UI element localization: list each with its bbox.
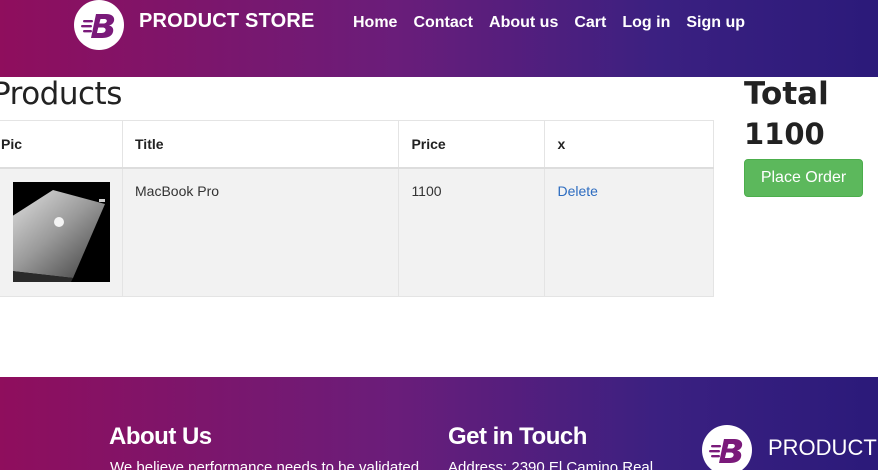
navbar: PRODUCT STORE Home Contact About us Cart… [0, 0, 878, 77]
column-header-title: Title [121, 120, 400, 169]
total-value: 1100 [744, 117, 825, 151]
table-row: MacBook Pro 1100 Delete [0, 167, 714, 297]
nav-link-about-us[interactable]: About us [489, 14, 558, 32]
place-order-button[interactable]: Place Order [744, 159, 863, 197]
total-label: Total [744, 76, 829, 112]
footer-brand-name: PRODUCT STORE [768, 435, 878, 460]
footer-about-heading: About Us [109, 423, 212, 450]
table-header-row: Pic Title Price x [0, 120, 714, 169]
nav-link-home[interactable]: Home [353, 14, 397, 32]
delete-link[interactable]: Delete [557, 183, 597, 199]
footer-contact-text: Address: 2390 El Camino Real [448, 459, 654, 470]
macbook-image [13, 181, 110, 282]
column-header-pic: Pic [0, 120, 123, 169]
nav-link-contact[interactable]: Contact [413, 14, 473, 32]
product-price-cell: 1100 [398, 167, 546, 297]
footer-contact-heading: Get in Touch [448, 423, 587, 450]
products-heading: Products [0, 76, 122, 112]
footer-about-text: We believe performance needs to be valid… [110, 459, 420, 470]
product-action-cell: Delete [544, 167, 714, 297]
column-header-price: Price [398, 120, 546, 169]
footer: About Us We believe performance needs to… [0, 377, 878, 470]
nav-link-cart[interactable]: Cart [574, 14, 606, 32]
brand-logo-icon[interactable] [74, 0, 124, 50]
brand-name[interactable]: PRODUCT STORE [139, 10, 315, 33]
footer-logo-icon [702, 425, 752, 470]
product-pic-cell [0, 167, 123, 297]
cart-table: Pic Title Price x MacBook Pro 1100 Delet… [0, 120, 714, 297]
column-header-x: x [544, 120, 714, 169]
nav-links: Home Contact About us Cart Log in Sign u… [353, 14, 761, 32]
product-title-cell: MacBook Pro [121, 167, 400, 297]
nav-link-sign-up[interactable]: Sign up [686, 14, 745, 32]
nav-link-log-in[interactable]: Log in [622, 14, 670, 32]
